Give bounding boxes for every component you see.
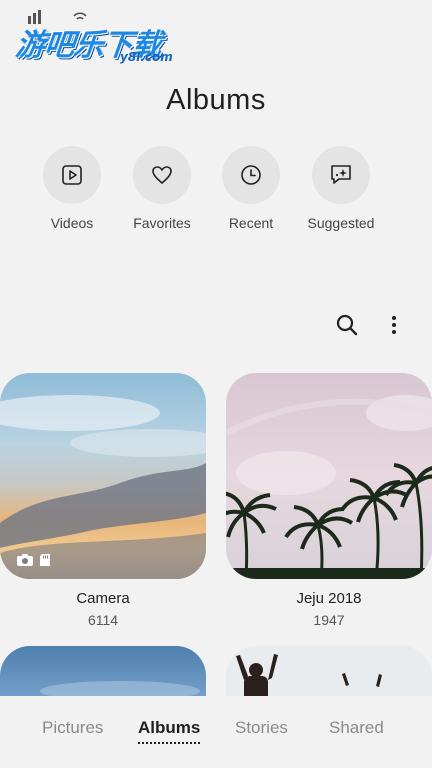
tab-stories[interactable]: Stories <box>235 718 288 738</box>
recent-label: Recent <box>228 215 274 231</box>
search-button[interactable] <box>334 312 360 338</box>
bottom-navigation: Pictures Albums Stories Shared <box>0 696 432 768</box>
camera-icon <box>17 554 33 566</box>
album-badges <box>16 553 51 567</box>
tab-albums[interactable]: Albums <box>138 718 201 744</box>
album-title: Jeju 2018 <box>296 590 362 607</box>
album-count: 1947 <box>313 612 345 628</box>
videos-circle[interactable] <box>43 146 101 204</box>
recent-circle[interactable] <box>222 146 280 204</box>
favorites-circle[interactable] <box>133 146 191 204</box>
page-title: Albums <box>166 84 266 116</box>
clock-icon <box>241 165 261 185</box>
play-icon <box>62 165 82 185</box>
more-vertical-icon <box>392 316 396 334</box>
sparkle-chat-icon <box>331 165 351 184</box>
search-icon <box>336 314 358 336</box>
videos-label: Videos <box>50 215 94 231</box>
watermark-logo: 游吧乐下载 y8l.com <box>14 6 194 64</box>
album-thumbnail-jeju-2018[interactable] <box>226 373 432 579</box>
favorites-label: Favorites <box>133 215 191 231</box>
album-card-camera[interactable]: Camera 6114 <box>0 373 206 628</box>
tab-shared[interactable]: Shared <box>329 718 384 738</box>
sd-card-icon <box>40 554 50 566</box>
videos-button[interactable]: Videos <box>27 146 117 231</box>
suggested-button[interactable]: Suggested <box>296 146 386 231</box>
sky-sunset-image <box>0 373 206 579</box>
album-card-jeju-2018[interactable]: Jeju 2018 1947 <box>226 373 432 628</box>
recent-button[interactable]: Recent <box>206 146 296 231</box>
watermark-domain-text: y8l.com <box>120 50 173 64</box>
suggested-label: Suggested <box>307 215 375 231</box>
heart-icon <box>152 166 172 184</box>
suggested-circle[interactable] <box>312 146 370 204</box>
tab-pictures[interactable]: Pictures <box>42 718 103 738</box>
quick-access-row: Videos Favorites Recent Suggested <box>0 146 432 246</box>
album-count: 6114 <box>87 612 119 628</box>
album-title: Camera <box>76 590 130 607</box>
more-options-button[interactable] <box>381 312 407 338</box>
album-thumbnail-camera[interactable] <box>0 373 206 579</box>
palm-trees-image <box>226 373 432 579</box>
favorites-button[interactable]: Favorites <box>117 146 207 231</box>
